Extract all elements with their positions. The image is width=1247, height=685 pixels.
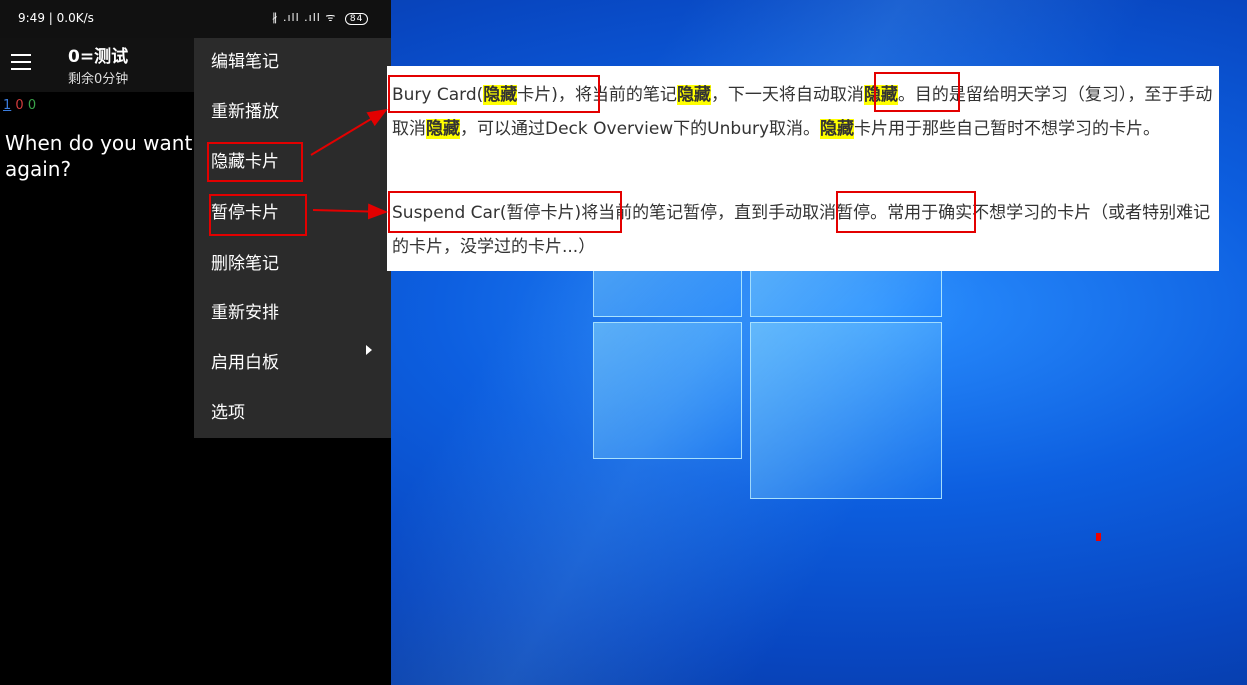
arrow-to-suspend — [312, 203, 388, 220]
arrow-to-bury — [310, 108, 388, 156]
annotation-arrows — [310, 108, 388, 220]
